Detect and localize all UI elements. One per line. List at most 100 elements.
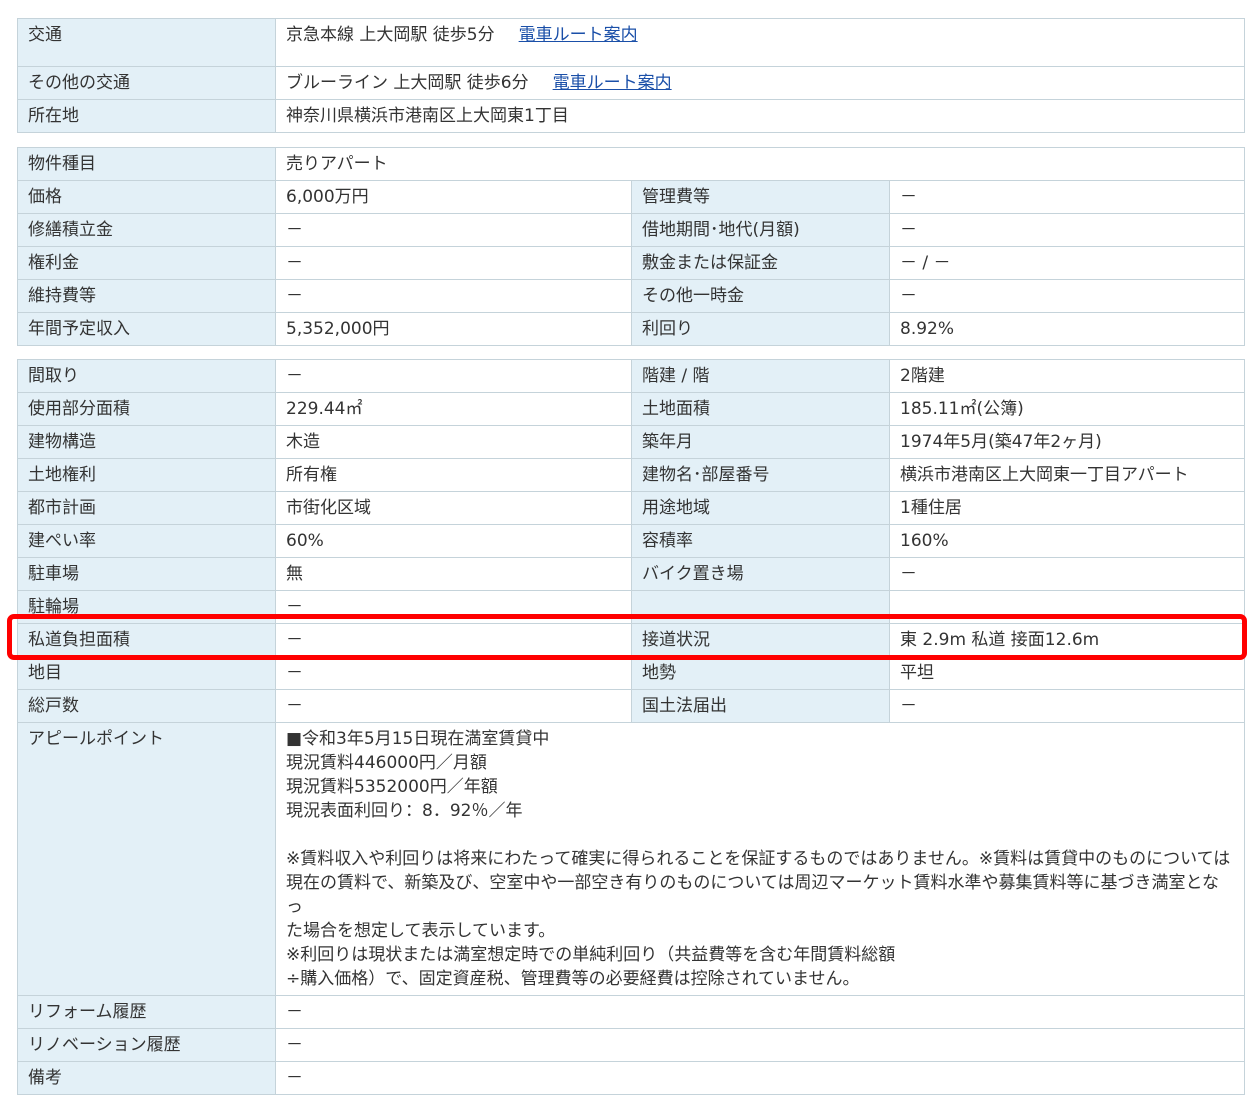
parking-label: 駐車場 (17, 557, 276, 591)
table-row: 備考 － (17, 1061, 1245, 1095)
price-table: 物件種目 売りアパート 価格 6,000万円 管理費等 － 修繕積立金 － 借地… (17, 147, 1245, 346)
table-row: 建ぺい率 60% 容積率 160% (17, 524, 1245, 558)
transport-value-cell: 京急本線 上大岡駅 徒歩5分 電車ルート案内 (275, 18, 1245, 67)
yield-value: 8.92% (889, 312, 1245, 346)
address-value: 神奈川県横浜市港南区上大岡東1丁目 (275, 99, 1245, 133)
property-type-label: 物件種目 (17, 147, 276, 181)
city-planning-label: 都市計画 (17, 491, 276, 525)
transport-label: 交通 (17, 18, 276, 67)
coverage-ratio-label: 建ぺい率 (17, 524, 276, 558)
train-route-link[interactable]: 電車ルート案内 (519, 25, 638, 45)
table-row-appeal: アピールポイント ■令和3年5月15日現在満室賃貸中 現況賃料446000円／月… (17, 722, 1245, 996)
other-transport-value-cell: ブルーライン 上大岡駅 徒歩6分 電車ルート案内 (275, 66, 1245, 100)
leasehold-label: 借地期間･地代(月額) (631, 213, 890, 247)
road-access-label: 接道状況 (631, 623, 890, 657)
land-category-value: － (275, 656, 632, 690)
appeal-text: ■令和3年5月15日現在満室賃貸中 現況賃料446000円／月額 現況賃料535… (275, 722, 1245, 996)
empty-value (889, 590, 1245, 624)
management-fee-label: 管理費等 (631, 180, 890, 214)
appeal-line: ※利回りは現状または満室想定時での単純利回り（共益費等を含む年間賃料総額 (286, 945, 896, 965)
empty-label (631, 590, 890, 624)
terrain-value: 平坦 (889, 656, 1245, 690)
other-fee-label: その他一時金 (631, 279, 890, 313)
table-row: 権利金 － 敷金または保証金 － / － (17, 246, 1245, 280)
building-name-label: 建物名･部屋番号 (631, 458, 890, 492)
table-row-private-road: 私道負担面積 － 接道状況 東 2.9m 私道 接面12.6m (17, 623, 1245, 657)
structure-label: 建物構造 (17, 425, 276, 459)
reform-history-value: － (275, 995, 1245, 1029)
annual-income-label: 年間予定収入 (17, 312, 276, 346)
total-units-value: － (275, 689, 632, 723)
table-row: リフォーム履歴 － (17, 995, 1245, 1029)
appeal-line: ※賃料収入や利回りは将来にわたって確実に得られることを保証するものではありません… (286, 849, 1231, 869)
address-label: 所在地 (17, 99, 276, 133)
table-row: 間取り － 階建 / 階 2階建 (17, 359, 1245, 393)
road-access-value: 東 2.9m 私道 接面12.6m (889, 623, 1245, 657)
city-planning-value: 市街化区域 (275, 491, 632, 525)
appeal-line: ÷購入価格）で、固定資産税、管理費等の必要経費は控除されていません。 (286, 969, 860, 989)
property-type-value: 売りアパート (275, 147, 1245, 181)
table-row: 建物構造 木造 築年月 1974年5月(築47年2ヶ月) (17, 425, 1245, 459)
table-row: 駐車場 無 バイク置き場 － (17, 557, 1245, 591)
bike-parking-label: バイク置き場 (631, 557, 890, 591)
appeal-line: た場合を想定して表示しています。 (286, 921, 556, 941)
coverage-ratio-value: 60% (275, 524, 632, 558)
other-transport-value: ブルーライン 上大岡駅 徒歩6分 (286, 73, 529, 93)
total-units-label: 総戸数 (17, 689, 276, 723)
floors-label: 階建 / 階 (631, 359, 890, 393)
table-row: 総戸数 － 国土法届出 － (17, 689, 1245, 723)
built-date-value: 1974年5月(築47年2ヶ月) (889, 425, 1245, 459)
appeal-line: 現況表面利回り：8．92％／年 (286, 801, 523, 821)
table-row: 価格 6,000万円 管理費等 － (17, 180, 1245, 214)
table-row: 都市計画 市街化区域 用途地域 1種住居 (17, 491, 1245, 525)
transport-value: 京急本線 上大岡駅 徒歩5分 (286, 25, 495, 45)
bike-parking-value: － (889, 557, 1245, 591)
table-row: その他の交通 ブルーライン 上大岡駅 徒歩6分 電車ルート案内 (17, 66, 1245, 100)
appeal-label: アピールポイント (17, 722, 276, 996)
access-table: 交通 京急本線 上大岡駅 徒歩5分 電車ルート案内 その他の交通 ブルーライン 上… (17, 18, 1245, 133)
train-route-link-2[interactable]: 電車ルート案内 (553, 73, 672, 93)
management-fee-value: － (889, 180, 1245, 214)
land-act-notice-label: 国土法届出 (631, 689, 890, 723)
private-road-area-label: 私道負担面積 (17, 623, 276, 657)
floors-value: 2階建 (889, 359, 1245, 393)
maintenance-value: － (275, 279, 632, 313)
appeal-line: 現況賃料5352000円／年額 (286, 777, 498, 797)
table-row: 所在地 神奈川県横浜市港南区上大岡東1丁目 (17, 99, 1245, 133)
annual-income-value: 5,352,000円 (275, 312, 632, 346)
deposit-value: － / － (889, 246, 1245, 280)
table-row: 年間予定収入 5,352,000円 利回り 8.92% (17, 312, 1245, 346)
reform-history-label: リフォーム履歴 (17, 995, 276, 1029)
layout-value: － (275, 359, 632, 393)
price-value: 6,000万円 (275, 180, 632, 214)
bicycle-parking-label: 駐輪場 (17, 590, 276, 624)
land-area-value: 185.11㎡(公簿) (889, 392, 1245, 426)
terrain-label: 地勢 (631, 656, 890, 690)
table-row: 物件種目 売りアパート (17, 147, 1245, 181)
parking-value: 無 (275, 557, 632, 591)
remarks-label: 備考 (17, 1061, 276, 1095)
land-area-label: 土地面積 (631, 392, 890, 426)
table-row: 駐輪場 － (17, 590, 1245, 624)
bicycle-parking-value: － (275, 590, 632, 624)
table-row: 使用部分面積 229.44㎡ 土地面積 185.11㎡(公簿) (17, 392, 1245, 426)
floor-area-label: 使用部分面積 (17, 392, 276, 426)
land-rights-label: 土地権利 (17, 458, 276, 492)
other-fee-value: － (889, 279, 1245, 313)
maintenance-label: 維持費等 (17, 279, 276, 313)
land-rights-value: 所有権 (275, 458, 632, 492)
other-transport-label: その他の交通 (17, 66, 276, 100)
built-date-label: 築年月 (631, 425, 890, 459)
appeal-line: ■令和3年5月15日現在満室賃貸中 (286, 729, 550, 749)
remarks-value: － (275, 1061, 1245, 1095)
table-row: 維持費等 － その他一時金 － (17, 279, 1245, 313)
land-act-notice-value: － (889, 689, 1245, 723)
private-road-area-value: － (275, 623, 632, 657)
floor-area-value: 229.44㎡ (275, 392, 632, 426)
deposit-label: 敷金または保証金 (631, 246, 890, 280)
zoning-label: 用途地域 (631, 491, 890, 525)
table-row: 交通 京急本線 上大岡駅 徒歩5分 電車ルート案内 (17, 18, 1245, 67)
building-name-value: 横浜市港南区上大岡東一丁目アパート (889, 458, 1245, 492)
key-money-value: － (275, 246, 632, 280)
table-row: 修繕積立金 － 借地期間･地代(月額) － (17, 213, 1245, 247)
